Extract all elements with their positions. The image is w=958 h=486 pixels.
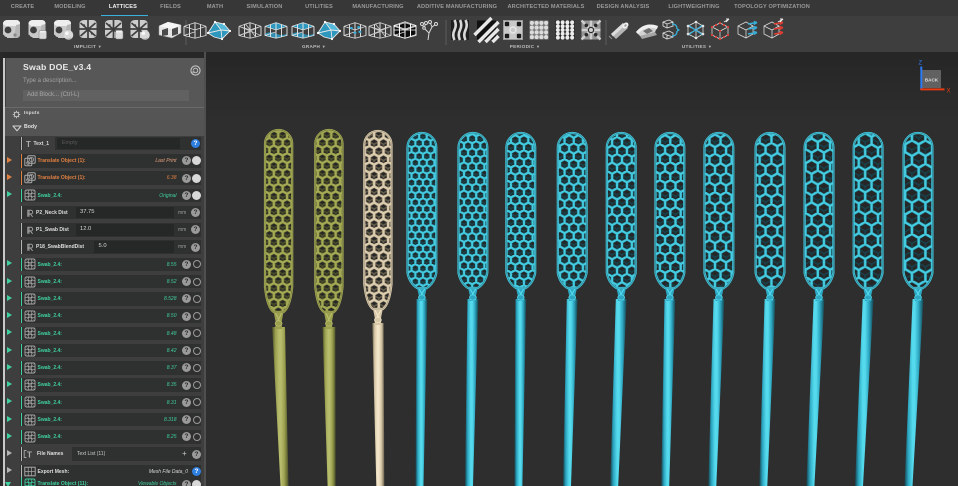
svg-text:BACK: BACK [925, 78, 939, 83]
svg-text:Z: Z [919, 61, 923, 67]
svg-text:X: X [947, 88, 951, 94]
svg-text:T: T [26, 140, 31, 149]
svg-text:T: T [27, 450, 33, 460]
